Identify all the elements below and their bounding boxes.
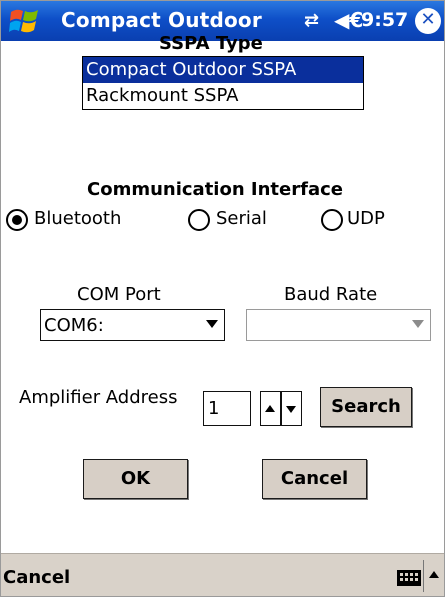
amplifier-address-input[interactable]: 1 (203, 391, 251, 426)
amplifier-address-label: Amplifier Address (19, 387, 178, 408)
menu-cancel-softkey[interactable]: Cancel (3, 567, 70, 588)
udp-radio[interactable] (321, 209, 343, 231)
ssp-type-list[interactable]: Compact Outdoor SSPA Rackmount SSPA (82, 56, 364, 110)
window-title: Compact Outdoor (61, 8, 262, 32)
keyboard-icon[interactable] (397, 570, 421, 586)
com-port-dropdown[interactable]: COM6: (40, 309, 225, 341)
chevron-down-icon (412, 320, 424, 328)
serial-label[interactable]: Serial (216, 208, 267, 229)
clock[interactable]: 9:57 (361, 9, 408, 31)
app-window: Compact Outdoor ⇄ ◀€ 9:57 ✕ SSPA Type Co… (0, 0, 445, 597)
sip-menu-arrow-icon[interactable] (429, 571, 439, 578)
menu-bar: Cancel (1, 553, 444, 596)
speaker-icon[interactable]: ◀€ (334, 8, 363, 32)
decrement-button[interactable] (281, 391, 302, 426)
com-port-label: COM Port (77, 284, 161, 305)
baud-rate-dropdown[interactable] (246, 309, 431, 341)
amplifier-address-value: 1 (208, 398, 220, 419)
cancel-button[interactable]: Cancel (262, 459, 367, 499)
baud-rate-label: Baud Rate (284, 284, 378, 305)
bluetooth-radio[interactable] (6, 209, 28, 231)
ssp-option-compact-outdoor[interactable]: Compact Outdoor SSPA (83, 57, 363, 83)
menu-divider (423, 560, 424, 592)
increment-button[interactable] (260, 391, 281, 426)
chevron-down-icon (206, 320, 218, 328)
close-icon: ✕ (420, 9, 436, 30)
ok-button[interactable]: OK (83, 459, 188, 499)
udp-label[interactable]: UDP (347, 208, 385, 229)
connectivity-icon[interactable]: ⇄ (304, 10, 319, 31)
windows-flag-icon[interactable] (9, 6, 41, 36)
comm-interface-heading: Communication Interface (87, 179, 343, 200)
serial-radio[interactable] (188, 209, 210, 231)
ssp-option-rackmount[interactable]: Rackmount SSPA (83, 83, 363, 109)
com-port-value: COM6: (44, 315, 104, 336)
bluetooth-label[interactable]: Bluetooth (34, 208, 121, 229)
ssp-type-heading: SSPA Type (159, 33, 263, 54)
search-button[interactable]: Search (320, 387, 412, 427)
close-button[interactable]: ✕ (415, 8, 441, 34)
arrow-down-icon (286, 406, 296, 413)
arrow-up-icon (265, 405, 275, 412)
